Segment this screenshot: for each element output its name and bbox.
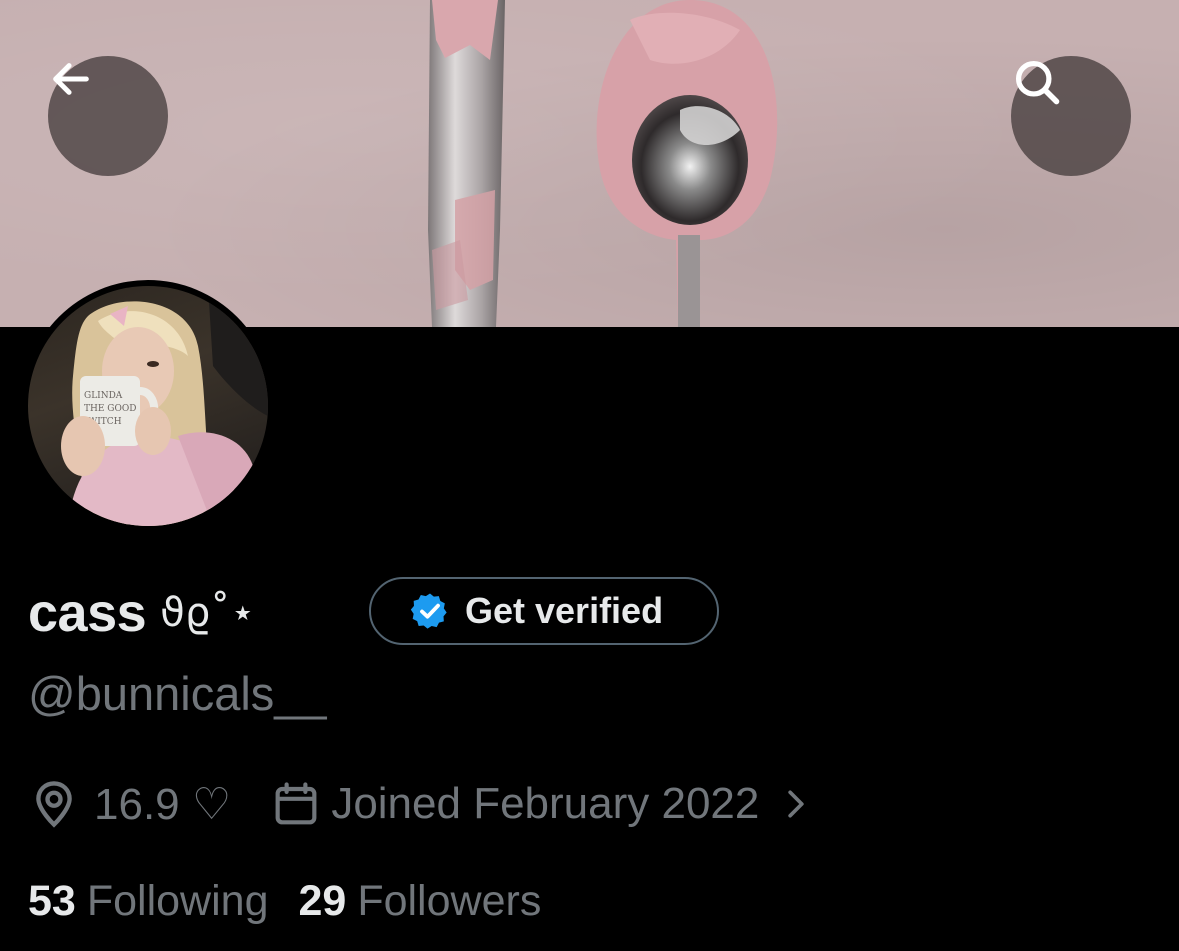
- followers-label: Followers: [357, 876, 542, 925]
- search-icon: [1015, 60, 1060, 105]
- profile-avatar[interactable]: GLINDA THE GOOD WITCH: [22, 280, 274, 532]
- display-name: cass: [28, 583, 147, 643]
- back-button[interactable]: [48, 56, 168, 176]
- following-count: 53: [28, 876, 76, 925]
- chevron-right-icon[interactable]: [781, 784, 811, 824]
- arrow-left-icon: [53, 63, 89, 95]
- banner-image: [428, 0, 778, 327]
- profile-meta-row: 16.9 ♡ Joined February 2022: [28, 770, 811, 838]
- avatar-photo: GLINDA THE GOOD WITCH: [28, 286, 268, 526]
- display-name-row: cass ϑϱ˚⋆: [28, 574, 255, 652]
- profile-joined-date: Joined February 2022: [331, 779, 760, 828]
- follow-stats-row: 53 Following 29 Followers: [28, 870, 541, 932]
- following-stat[interactable]: 53 Following: [28, 877, 268, 926]
- get-verified-label: Get verified: [465, 590, 664, 631]
- verified-badge-icon: [409, 590, 451, 632]
- search-button[interactable]: [1011, 56, 1131, 176]
- get-verified-button[interactable]: Get verified: [369, 577, 719, 645]
- followers-stat[interactable]: 29 Followers: [298, 877, 541, 926]
- mug-text: GLINDA: [84, 391, 123, 401]
- followers-count: 29: [298, 876, 347, 925]
- profile-location: 16.9 ♡: [94, 779, 232, 829]
- profile-handle: @bunnicals__: [28, 667, 327, 720]
- svg-text:THE GOOD: THE GOOD: [84, 404, 136, 414]
- location-pin-icon: [28, 778, 80, 830]
- following-label: Following: [86, 876, 269, 925]
- display-name-decoration: ϑϱ˚⋆: [160, 590, 256, 636]
- calendar-icon: [271, 779, 321, 829]
- header-banner[interactable]: [0, 0, 1179, 327]
